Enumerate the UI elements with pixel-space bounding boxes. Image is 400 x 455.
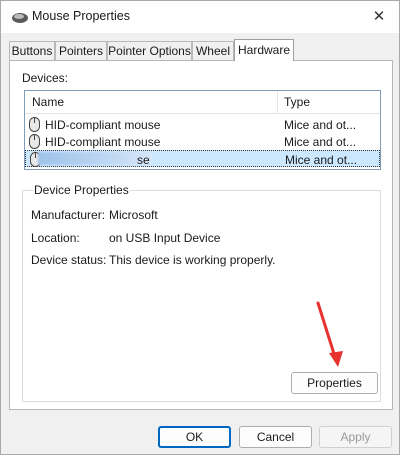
manufacturer-value: Microsoft — [109, 208, 158, 222]
device-status-label: Device status: — [31, 253, 107, 267]
column-divider[interactable] — [277, 91, 278, 113]
column-header-name[interactable]: Name — [32, 95, 64, 109]
tab-wheel[interactable]: Wheel — [192, 41, 234, 60]
location-label: Location: — [31, 231, 80, 245]
device-row[interactable]: HID-compliant mouse Mice and ot... — [25, 133, 380, 150]
cancel-button[interactable]: Cancel — [239, 426, 312, 448]
ok-button[interactable]: OK — [158, 426, 231, 448]
close-button[interactable]: ✕ — [365, 5, 393, 29]
device-name: HID-compliant mouse — [45, 135, 161, 149]
device-name: HID-compliant mouse — [45, 118, 161, 132]
device-status-value: This device is working properly. — [109, 253, 276, 267]
properties-button[interactable]: Properties — [291, 372, 378, 394]
tab-hardware[interactable]: Hardware — [234, 39, 294, 61]
device-properties-title: Device Properties — [33, 183, 130, 197]
title-bar: Mouse Properties ✕ — [1, 1, 399, 33]
device-row[interactable]: HID-compliant mouse Mice and ot... — [25, 116, 380, 133]
device-type: Mice and ot... — [285, 153, 358, 167]
tab-pointer-options[interactable]: Pointer Options — [107, 41, 192, 60]
tab-pointers[interactable]: Pointers — [55, 41, 107, 60]
mouse-properties-dialog: Mouse Properties ✕ Buttons Pointers Poin… — [0, 0, 400, 455]
manufacturer-label: Manufacturer: — [31, 208, 106, 222]
mouse-device-icon — [29, 117, 40, 132]
devices-label: Devices: — [22, 71, 69, 85]
mouse-device-icon — [29, 134, 40, 149]
devices-list[interactable]: Name Type HID-compliant mouse Mice and o… — [24, 90, 381, 170]
device-row-selected[interactable]: se Mice and ot... — [25, 150, 380, 167]
mouse-icon — [12, 13, 28, 23]
annotation-arrow — [316, 301, 343, 367]
redacted-device-name — [38, 152, 152, 165]
location-value: on USB Input Device — [109, 231, 221, 245]
column-header-type[interactable]: Type — [284, 95, 310, 109]
device-type: Mice and ot... — [284, 135, 357, 149]
device-name: se — [137, 153, 150, 167]
list-header: Name Type — [25, 91, 380, 114]
device-type: Mice and ot... — [284, 118, 357, 132]
window-title: Mouse Properties — [32, 9, 130, 23]
apply-button[interactable]: Apply — [319, 426, 392, 448]
tab-buttons[interactable]: Buttons — [9, 41, 55, 60]
